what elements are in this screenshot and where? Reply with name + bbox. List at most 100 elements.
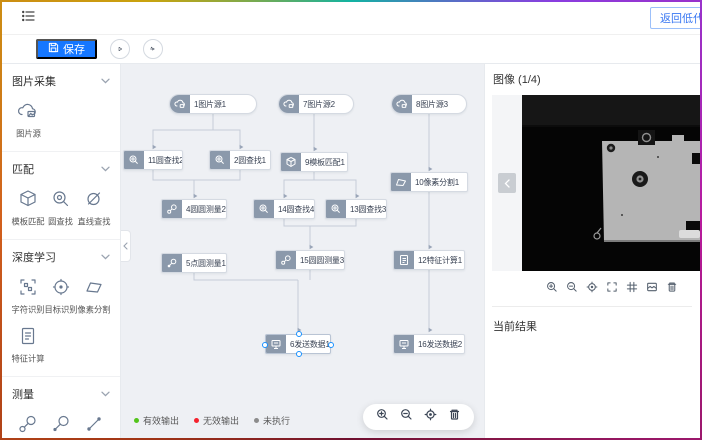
cube-icon	[17, 188, 39, 212]
circle-circle-measure-icon	[17, 413, 39, 437]
canvas-zoom-controls	[363, 404, 474, 430]
chevron-down-icon[interactable]	[101, 163, 110, 175]
delete-icon[interactable]	[666, 280, 678, 298]
cloud-image-icon	[16, 100, 40, 124]
delete-icon[interactable]	[448, 408, 461, 426]
flow-canvas[interactable]: 1图片源1 7图片源2 8图片源3 11圆查找2 2圆查找1 9模板匹配1	[121, 64, 485, 438]
line-search-icon	[83, 188, 105, 212]
node-handle-right[interactable]	[328, 342, 334, 348]
ocr-icon	[17, 276, 39, 300]
send-data-icon	[394, 335, 414, 353]
node-handle-top[interactable]	[296, 331, 302, 337]
flow-node-circle-circle-measure-15[interactable]: 15圆圆测量3	[275, 250, 345, 270]
point-point-measure-icon	[83, 413, 105, 437]
circle-circle-measure-icon	[276, 251, 296, 269]
send-data-icon	[266, 335, 286, 353]
flow-node-send-data-6[interactable]: 6发送数据1	[265, 334, 331, 354]
feature-doc-icon	[17, 325, 39, 349]
flow-node-circle-find-2[interactable]: 2圆查找1	[209, 150, 271, 170]
flow-node-image-source-7[interactable]: 7图片源2	[278, 94, 354, 114]
chevron-down-icon[interactable]	[101, 75, 110, 87]
image-source-icon	[279, 95, 299, 113]
section-matching: 匹配 模板匹配 圆查找 直线查找	[2, 152, 120, 240]
node-handle-bottom[interactable]	[296, 351, 302, 357]
flow-node-pixel-segment-10[interactable]: 10像素分割1	[390, 172, 468, 192]
back-to-lowcode-button[interactable]: 返回低代	[650, 7, 700, 29]
section-image-acquisition: 图片采集 图片源	[2, 64, 120, 152]
flow-node-image-source-8[interactable]: 8图片源3	[391, 94, 467, 114]
feature-doc-icon	[394, 251, 414, 269]
screenshot-frame: 返回低代 保存 图片采集 图片源	[0, 0, 702, 440]
zoom-out-icon[interactable]	[566, 280, 578, 298]
zoom-in-icon[interactable]	[546, 280, 558, 298]
sidebar-item-ocr[interactable]: 字符识别	[12, 276, 45, 316]
locate-icon[interactable]	[586, 280, 598, 298]
sidebar-item-target-detect[interactable]: 目标识别	[45, 276, 78, 316]
top-bar: 返回低代	[2, 2, 700, 35]
fullscreen-icon[interactable]	[606, 280, 618, 298]
image-panel: 图像 (1/4)	[485, 64, 700, 438]
run-loop-button[interactable]	[143, 39, 163, 59]
locate-icon[interactable]	[424, 408, 437, 426]
menu-icon[interactable]	[20, 8, 36, 29]
sidebar-item-image-source[interactable]: 图片源	[12, 100, 45, 140]
sidebar-collapse-handle[interactable]	[121, 230, 131, 262]
sidebar-item-pixel-segment[interactable]: 像素分割	[77, 276, 110, 316]
save-icon	[48, 42, 59, 56]
circle-search-icon	[326, 200, 346, 218]
sidebar-item-circle-find[interactable]: 圆查找	[45, 188, 78, 228]
image-panel-title: 图像 (1/4)	[493, 71, 700, 87]
image-thumb-strip	[492, 95, 522, 271]
section-measure: 测量 圆圆测量 点圆测量 点点测量	[2, 377, 120, 438]
sidebar-item-template-match[interactable]: 模板匹配	[12, 188, 45, 228]
invalid-output-dot	[194, 418, 199, 423]
save-image-icon[interactable]	[646, 280, 658, 298]
circle-search-icon	[50, 188, 72, 212]
inspection-image[interactable]	[522, 95, 700, 271]
run-once-button[interactable]	[110, 39, 130, 59]
chevron-down-icon[interactable]	[101, 388, 110, 400]
image-source-icon	[392, 95, 412, 113]
image-source-icon	[170, 95, 190, 113]
zoom-out-icon[interactable]	[400, 408, 413, 426]
save-button[interactable]: 保存	[36, 39, 97, 59]
section-deep-learning: 深度学习 字符识别 目标识别 像素分割	[2, 240, 120, 377]
not-run-dot	[254, 418, 259, 423]
sidebar-item-line-find[interactable]: 直线查找	[77, 188, 110, 228]
segment-icon	[83, 276, 105, 300]
action-toolbar: 保存	[2, 35, 700, 64]
sidebar-item-circle-circle-measure[interactable]: 圆圆测量	[12, 413, 45, 438]
point-circle-measure-icon	[162, 254, 182, 272]
segment-icon	[391, 173, 411, 191]
node-handle-left[interactable]	[262, 342, 268, 348]
flow-node-feature-calc-12[interactable]: 12特征计算1	[393, 250, 465, 270]
sidebar-item-feature-calc[interactable]: 特征计算	[12, 325, 45, 365]
prev-image-button[interactable]	[498, 173, 516, 193]
sidebar-item-point-point-measure[interactable]: 点点测量	[77, 413, 110, 438]
app-window: 返回低代 保存 图片采集 图片源	[2, 2, 700, 438]
circle-circle-measure-icon	[162, 200, 182, 218]
flow-node-circle-find-11[interactable]: 11圆查找2	[123, 150, 183, 170]
flow-node-image-source-1[interactable]: 1图片源1	[169, 94, 257, 114]
flow-node-template-match-9[interactable]: 9模板匹配1	[280, 152, 348, 172]
grid-icon[interactable]	[626, 280, 638, 298]
sidebar-item-point-circle-measure[interactable]: 点圆测量	[45, 413, 78, 438]
current-results-title: 当前结果	[493, 318, 700, 334]
circle-search-icon	[210, 151, 230, 169]
cube-icon	[281, 153, 301, 171]
tool-sidebar: 图片采集 图片源 匹配 模板匹配 圆查找	[2, 64, 121, 438]
chevron-down-icon[interactable]	[101, 251, 110, 263]
image-viewer	[492, 95, 700, 271]
flow-node-circle-circle-measure-4[interactable]: 4圆圆测量2	[161, 199, 227, 219]
image-toolbar	[492, 271, 692, 307]
valid-output-dot	[134, 418, 139, 423]
flow-node-point-circle-measure-5[interactable]: 5点圆测量1	[161, 253, 227, 273]
circle-search-icon	[254, 200, 274, 218]
flow-node-circle-find-14[interactable]: 14圆查找4	[253, 199, 315, 219]
flow-node-send-data-16[interactable]: 16发送数据2	[393, 334, 465, 354]
output-legend: 有效输出 无效输出 未执行	[134, 414, 290, 427]
flow-node-circle-find-13[interactable]: 13圆查找3	[325, 199, 387, 219]
point-circle-measure-icon	[50, 413, 72, 437]
target-icon	[50, 276, 72, 300]
zoom-in-icon[interactable]	[376, 408, 389, 426]
